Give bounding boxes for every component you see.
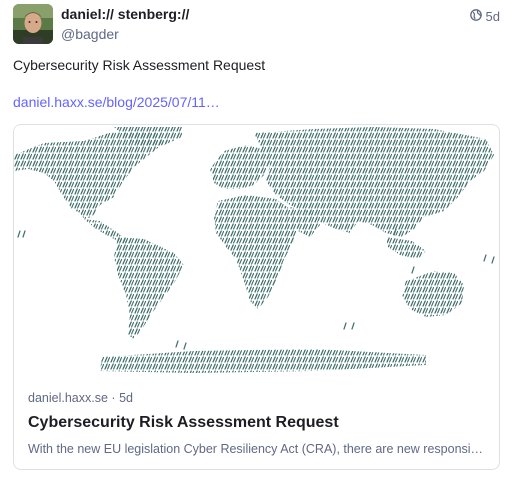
meta-separator: · — [111, 391, 116, 405]
world-map-icon — [14, 125, 499, 383]
avatar[interactable] — [13, 4, 53, 44]
card-meta: daniel.haxx.se · 5d — [28, 391, 133, 405]
post-timestamp[interactable]: 5d — [469, 9, 500, 24]
link-preview-card[interactable]: daniel.haxx.se · 5d Cybersecurity Risk A… — [13, 124, 500, 470]
relative-time: 5d — [485, 9, 500, 24]
post-text: Cybersecurity Risk Assessment Request — [13, 57, 266, 73]
card-age: 5d — [119, 391, 133, 405]
card-description: With the new EU legislation Cyber Resili… — [28, 442, 488, 456]
post-link[interactable]: daniel.haxx.se/blog/2025/07/11… — [13, 94, 220, 110]
account-handle[interactable]: @bagder — [61, 26, 119, 42]
display-name[interactable]: daniel:// stenberg:// — [61, 6, 189, 22]
card-domain: daniel.haxx.se — [28, 391, 108, 405]
card-title[interactable]: Cybersecurity Risk Assessment Request — [28, 414, 339, 432]
globe-icon — [469, 9, 482, 24]
status-post: daniel:// stenberg:// @bagder 5d Cyberse… — [0, 0, 512, 478]
